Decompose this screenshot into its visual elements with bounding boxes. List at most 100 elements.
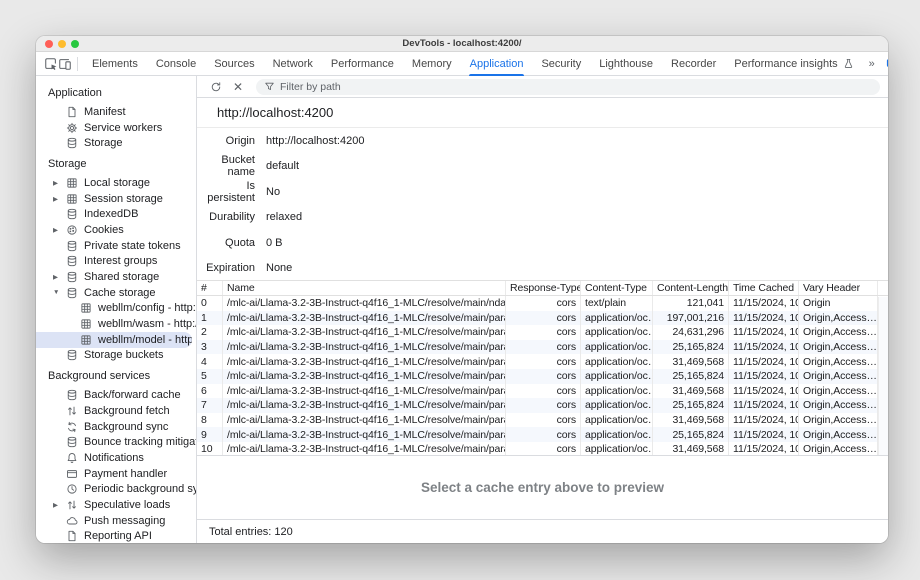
tab-performance-insights[interactable]: Performance insights (725, 52, 862, 76)
tab-memory[interactable]: Memory (403, 52, 461, 76)
sidebar-item-indexeddb[interactable]: IndexedDB (36, 206, 196, 222)
table-row[interactable]: 9/mlc-ai/Llama-3.2-3B-Instruct-q4f16_1-M… (197, 427, 888, 442)
tab-elements[interactable]: Elements (83, 52, 147, 76)
zoom-window-button[interactable] (71, 40, 79, 48)
cell-: 3 (197, 340, 223, 355)
table-row[interactable]: 4/mlc-ai/Llama-3.2-3B-Instruct-q4f16_1-M… (197, 354, 888, 369)
table-row[interactable]: 6/mlc-ai/Llama-3.2-3B-Instruct-q4f16_1-M… (197, 384, 888, 399)
cell-vary-header: Origin,Access… (799, 398, 878, 413)
filter-input[interactable] (280, 81, 872, 93)
sidebar-item-cookies[interactable]: ▶Cookies (36, 222, 196, 238)
cell-vary-header: Origin,Access… (799, 340, 878, 355)
cell-content-type: application/oc… (581, 427, 653, 442)
cell-name: /mlc-ai/Llama-3.2-3B-Instruct-q4f16_1-ML… (223, 354, 506, 369)
refresh-icon[interactable] (207, 78, 225, 96)
expander-collapsed-icon[interactable]: ▶ (53, 273, 65, 281)
device-toolbar-icon[interactable] (58, 54, 72, 74)
sidebar-item-cache-storage[interactable]: ▼ Cache storage (36, 285, 196, 301)
expander-collapsed-icon[interactable]: ▶ (53, 195, 65, 203)
devtools-window: DevTools - localhost:4200/ ElementsConso… (36, 36, 888, 543)
expander-collapsed-icon[interactable]: ▶ (53, 501, 65, 509)
cell-time-cached: 11/15/2024, 10… (729, 340, 799, 355)
column-header-[interactable]: # (197, 281, 223, 295)
expander-expanded-icon[interactable]: ▼ (53, 289, 65, 296)
sidebar-item-webllm-wasm-http-loca[interactable]: webllm/wasm - http://loca… (36, 316, 196, 332)
cache-report: http://localhost:4200 Originhttp://local… (197, 98, 888, 280)
column-header-content-type[interactable]: Content-Type (581, 281, 653, 295)
table-row[interactable]: 3/mlc-ai/Llama-3.2-3B-Instruct-q4f16_1-M… (197, 340, 888, 355)
cell-vary-header: Origin,Access… (799, 354, 878, 369)
column-header-content-length[interactable]: Content-Length (653, 281, 729, 295)
sidebar-item-background-fetch[interactable]: Background fetch (36, 403, 196, 419)
cell-time-cached: 11/15/2024, 10… (729, 296, 799, 311)
table-row[interactable]: 8/mlc-ai/Llama-3.2-3B-Instruct-q4f16_1-M… (197, 413, 888, 428)
sidebar-item-webllm-model-http-loc[interactable]: webllm/model - http://loc… (36, 332, 192, 348)
filter-funnel-icon (264, 81, 275, 92)
cell-response-type: cors (506, 354, 581, 369)
table-row[interactable]: 2/mlc-ai/Llama-3.2-3B-Instruct-q4f16_1-M… (197, 325, 888, 340)
column-header-name[interactable]: Name (223, 281, 506, 295)
sidebar-item-label: Notifications (84, 452, 144, 464)
table-icon (65, 192, 78, 205)
filter-box[interactable] (256, 79, 880, 95)
column-header-time-cached[interactable]: Time Cached (729, 281, 799, 295)
sidebar-item-private-state-tokens[interactable]: Private state tokens (36, 238, 196, 254)
report-field-quota: Quota0 B (197, 230, 888, 256)
sidebar-item-speculative-loads[interactable]: ▶Speculative loads (36, 497, 196, 513)
inspect-icon[interactable] (44, 54, 58, 74)
table-row[interactable]: 7/mlc-ai/Llama-3.2-3B-Instruct-q4f16_1-M… (197, 398, 888, 413)
cell-name: /mlc-ai/Llama-3.2-3B-Instruct-q4f16_1-ML… (223, 427, 506, 442)
sidebar-item-label: Push messaging (84, 515, 165, 527)
sidebar-item-local-storage[interactable]: ▶Local storage (36, 175, 196, 191)
issues-counter-button[interactable]: 3 (881, 58, 888, 70)
table-row[interactable]: 0/mlc-ai/Llama-3.2-3B-Instruct-q4f16_1-M… (197, 296, 888, 311)
sidebar-item-webllm-config-http-loc[interactable]: webllm/config - http://loc… (36, 301, 196, 317)
minimize-window-button[interactable] (58, 40, 66, 48)
sidebar-item-background-sync[interactable]: Background sync (36, 419, 196, 435)
sidebar-item-storage-buckets[interactable]: Storage buckets (36, 348, 196, 364)
sidebar-item-service-workers[interactable]: Service workers (36, 120, 196, 136)
sidebar-item-notifications[interactable]: Notifications (36, 450, 196, 466)
cell-response-type: cors (506, 296, 581, 311)
sidebar-item-periodic-background-sync[interactable]: Periodic background sync (36, 481, 196, 497)
sidebar-item-label: Storage buckets (84, 349, 164, 361)
sidebar-item-push-messaging[interactable]: Push messaging (36, 513, 196, 529)
cell-: 10 (197, 442, 223, 455)
sidebar-item-storage[interactable]: Storage (36, 135, 196, 151)
column-header-response-type[interactable]: Response-Type (506, 281, 581, 295)
tab-sources[interactable]: Sources (205, 52, 263, 76)
table-scrollbar[interactable] (878, 297, 888, 455)
tab-network[interactable]: Network (264, 52, 322, 76)
titlebar[interactable]: DevTools - localhost:4200/ (36, 36, 888, 52)
sidebar-item-reporting-api[interactable]: Reporting API (36, 529, 196, 544)
tab-application[interactable]: Application (461, 52, 533, 76)
sidebar-item-payment-handler[interactable]: Payment handler (36, 466, 196, 482)
sidebar-item-back-forward-cache[interactable]: Back/forward cache (36, 387, 196, 403)
tab-performance[interactable]: Performance (322, 52, 403, 76)
sidebar-item-shared-storage[interactable]: ▶Shared storage (36, 269, 196, 285)
tab-lighthouse[interactable]: Lighthouse (590, 52, 662, 76)
tab-console[interactable]: Console (147, 52, 205, 76)
table-row[interactable]: 1/mlc-ai/Llama-3.2-3B-Instruct-q4f16_1-M… (197, 311, 888, 326)
cell-content-type: application/oc… (581, 369, 653, 384)
database-icon (65, 271, 78, 284)
sidebar-item-interest-groups[interactable]: Interest groups (36, 254, 196, 270)
delete-selected-icon[interactable]: ✕ (229, 78, 247, 96)
expander-collapsed-icon[interactable]: ▶ (53, 179, 65, 187)
column-header-vary-header[interactable]: Vary Header (799, 281, 878, 295)
more-tabs-button[interactable]: » (863, 58, 881, 70)
tab-recorder[interactable]: Recorder (662, 52, 725, 76)
sidebar-item-manifest[interactable]: Manifest (36, 104, 196, 120)
expander-collapsed-icon[interactable]: ▶ (53, 226, 65, 234)
sidebar-item-label: Cache storage (84, 287, 156, 299)
table-row[interactable]: 5/mlc-ai/Llama-3.2-3B-Instruct-q4f16_1-M… (197, 369, 888, 384)
database-icon (65, 349, 78, 362)
cell-name: /mlc-ai/Llama-3.2-3B-Instruct-q4f16_1-ML… (223, 442, 506, 455)
sidebar-item-bounce-tracking-mitigations[interactable]: Bounce tracking mitigations (36, 434, 196, 450)
sidebar-item-session-storage[interactable]: ▶Session storage (36, 191, 196, 207)
tab-security[interactable]: Security (532, 52, 590, 76)
field-label: Durability (197, 211, 255, 223)
table-row[interactable]: 10/mlc-ai/Llama-3.2-3B-Instruct-q4f16_1-… (197, 442, 888, 455)
cell-response-type: cors (506, 398, 581, 413)
close-window-button[interactable] (45, 40, 53, 48)
